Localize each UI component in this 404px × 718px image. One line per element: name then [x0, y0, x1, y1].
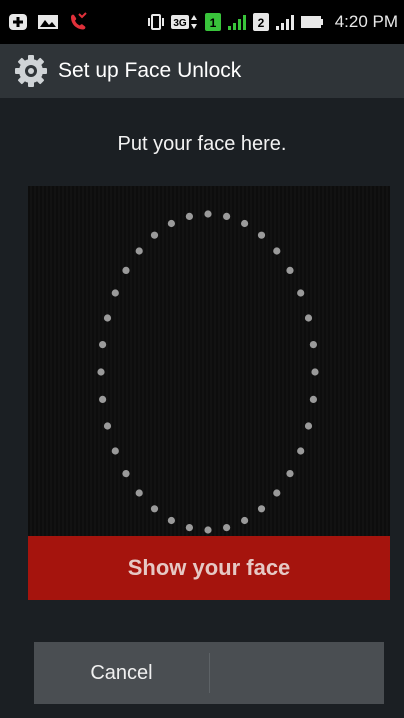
- signal-icon: [275, 13, 295, 31]
- status-time: 4:20 PM: [334, 12, 398, 31]
- guide-dot: [257, 231, 266, 239]
- guide-dot: [273, 247, 281, 255]
- guide-dot: [257, 505, 266, 513]
- instruction-text: Put your face here.: [117, 133, 287, 155]
- gear-icon: [14, 54, 48, 88]
- guide-dot: [99, 395, 107, 403]
- guide-dot: [286, 470, 294, 478]
- guide-dot: [297, 289, 305, 297]
- vibrate-icon: [146, 13, 166, 31]
- guide-dot: [223, 212, 231, 220]
- guide-dot: [223, 524, 231, 532]
- signal-icon: [227, 13, 247, 31]
- cancel-button[interactable]: Cancel: [34, 642, 209, 704]
- guide-dot: [111, 289, 119, 297]
- network-3g-icon: 3G: [170, 13, 199, 31]
- guide-dot: [122, 470, 130, 478]
- guide-dot: [204, 210, 212, 218]
- guide-dot: [297, 447, 305, 455]
- guide-dot: [167, 516, 175, 525]
- guide-dot: [311, 368, 319, 376]
- guide-dot: [99, 341, 107, 349]
- guide-dot: [150, 231, 159, 239]
- show-your-face-banner: Show your face: [28, 536, 390, 600]
- face-unlock-content: Put your face here. Show your face Cance…: [0, 98, 404, 718]
- guide-dot: [111, 447, 119, 455]
- guide-dot: [241, 219, 249, 228]
- guide-dot: [150, 505, 159, 513]
- sim1-icon: 1: [204, 12, 222, 32]
- guide-dot: [204, 526, 212, 534]
- action-bar: Set up Face Unlock: [0, 44, 404, 98]
- camera-preview: [28, 186, 390, 536]
- next-button-disabled: [210, 642, 384, 704]
- guide-dot: [286, 266, 294, 274]
- guide-dot: [185, 212, 193, 220]
- sim2-label: 2: [257, 16, 264, 30]
- plus-box-icon: [8, 13, 28, 31]
- guide-dot: [241, 516, 249, 525]
- guide-dot: [103, 314, 112, 322]
- battery-icon: [300, 14, 324, 30]
- guide-dot: [304, 422, 313, 430]
- guide-dot: [97, 368, 105, 376]
- guide-dot: [273, 489, 281, 497]
- image-icon: [37, 13, 59, 31]
- guide-dot: [103, 422, 112, 430]
- guide-dot: [135, 489, 143, 497]
- guide-dot: [309, 395, 317, 403]
- guide-dot: [309, 341, 317, 349]
- guide-dot: [135, 247, 143, 255]
- status-bar: 3G 1 2 4:20 PM: [0, 0, 404, 44]
- guide-dot: [185, 524, 193, 532]
- guide-dot: [167, 219, 175, 228]
- guide-dot: [304, 314, 313, 322]
- page-title: Set up Face Unlock: [58, 59, 242, 82]
- network-3g-label: 3G: [173, 18, 187, 29]
- button-bar: Cancel: [34, 642, 384, 704]
- missed-call-icon: [68, 12, 88, 32]
- face-guide-oval: [97, 210, 319, 534]
- sim2-icon: 2: [252, 12, 270, 32]
- guide-dot: [122, 266, 130, 274]
- sim1-label: 1: [209, 16, 216, 30]
